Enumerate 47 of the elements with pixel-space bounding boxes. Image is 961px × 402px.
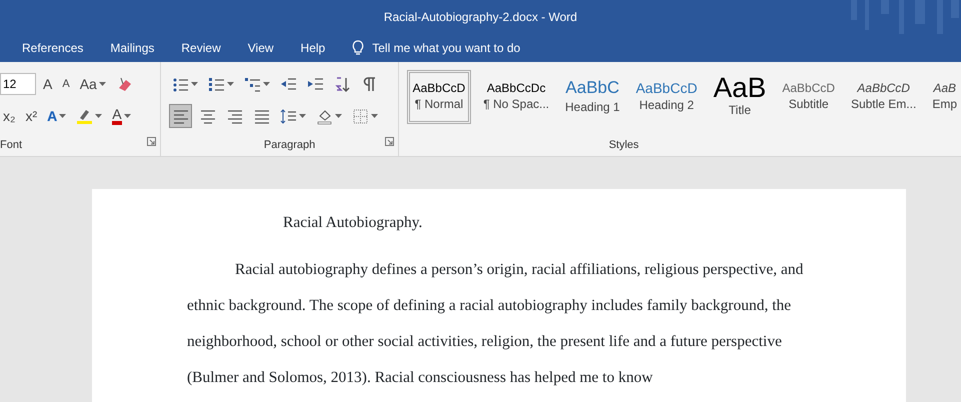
align-left-button[interactable]: [168, 104, 192, 128]
align-center-icon: [198, 108, 216, 124]
ribbon-tab[interactable]: View: [248, 39, 274, 57]
format-button[interactable]: A: [40, 72, 56, 96]
shading-icon: [316, 108, 333, 124]
style-gallery-item[interactable]: AaBbCcD Subtitle: [778, 70, 839, 124]
document-heading: Racial Autobiography.: [282, 213, 424, 233]
bullet-list-icon: [172, 76, 189, 92]
align-justify-icon: [252, 108, 270, 124]
pilcrow-icon: [360, 76, 378, 92]
ribbon-tab[interactable]: Help: [300, 39, 326, 57]
format-button[interactable]: A: [44, 104, 70, 128]
style-gallery-item[interactable]: AaB Title: [709, 70, 770, 124]
group-label: Font: [0, 138, 22, 152]
increase-indent-icon: [306, 76, 324, 92]
group-label: Styles: [608, 138, 639, 150]
borders-icon: [352, 108, 369, 124]
format-button[interactable]: x₂: [0, 104, 18, 128]
style-gallery-item[interactable]: AaBbCcD ¶ Normal: [406, 70, 472, 124]
numbered-list-icon: [208, 76, 225, 92]
format-button[interactable]: A: [109, 104, 134, 128]
format-button[interactable]: Aa: [76, 72, 109, 96]
style-gallery-item[interactable]: AaBbCcDc ¶ No Spac...: [479, 70, 554, 124]
tell-me-search[interactable]: Tell me what you want to do: [372, 39, 520, 57]
ribbon-tab[interactable]: Mailings: [110, 39, 154, 57]
format-button[interactable]: A: [59, 72, 73, 96]
highlighter-icon: [76, 108, 94, 124]
style-gallery-item[interactable]: AaBbC Heading 1: [561, 70, 624, 124]
ribbon-tab[interactable]: References: [22, 39, 84, 57]
format-button[interactable]: x²: [22, 104, 40, 128]
align-right-icon: [226, 108, 243, 124]
dialog-launcher-icon: [146, 136, 156, 146]
align-left-icon: [172, 108, 189, 124]
sort-icon: [334, 76, 351, 92]
lightbulb-icon: [352, 40, 364, 56]
window-title: Racial-Autobiography-2.docx - Word: [384, 9, 578, 26]
line-spacing-icon: [280, 108, 297, 124]
decrease-indent-icon: [280, 76, 297, 92]
style-gallery-item[interactable]: AaBbCcD Heading 2: [632, 70, 702, 124]
ribbon-tab[interactable]: Review: [181, 39, 221, 57]
group-label: Paragraph: [264, 138, 316, 152]
document-paragraph: Racial autobiography defines a person’s origin, racial affiliations, religious perspective, and ethnic background. The scope of defining a racial autobiography includes family background, the neighborhood, school or other social activities, religion, the present life and a future perspective (Bulmer and Solomos, 2013). Racial consciousness has helped me to know: [187, 260, 804, 388]
font-size-field[interactable]: 12: [0, 73, 36, 95]
style-gallery-item[interactable]: AaBbCcD Subtle Em...: [846, 70, 920, 124]
style-gallery-item[interactable]: AaB Emp: [928, 70, 961, 124]
multilevel-list-icon: [244, 76, 261, 92]
dialog-launcher-icon: [384, 136, 394, 146]
